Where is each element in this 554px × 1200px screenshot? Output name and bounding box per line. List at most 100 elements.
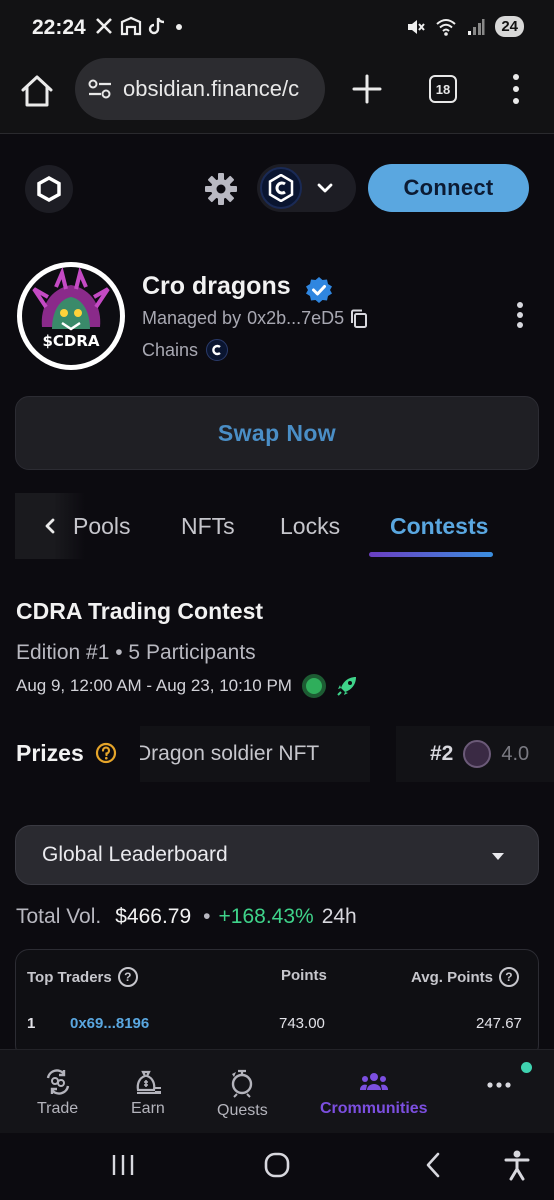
section-tabs: Pools NFTs Locks Contests (15, 493, 554, 559)
row-rank: 1 (27, 1015, 36, 1032)
earn-icon (136, 1070, 161, 1094)
prize-nft-icon (463, 740, 492, 768)
total-vol-label: Total Vol. (16, 905, 102, 928)
prizes-carousel[interactable]: Dragon soldier NFT #2 4.0 (140, 726, 554, 782)
obsidian-logo[interactable] (25, 165, 73, 213)
nav-label: Trade (37, 1100, 79, 1117)
tab-pools[interactable]: Pools (73, 513, 131, 540)
swap-now-button[interactable]: Swap Now (15, 396, 539, 470)
quests-icon (232, 1069, 253, 1098)
dragon-logo-icon (32, 267, 110, 331)
system-icons: 24 (405, 16, 524, 37)
column-header-points: Points (281, 967, 327, 984)
cronos-chain-icon (206, 339, 229, 361)
signal-icon (468, 18, 485, 35)
tab-switcher-button[interactable]: 18 (429, 75, 457, 103)
wifi-icon (436, 18, 456, 36)
gear-icon[interactable] (202, 170, 240, 208)
row-avg-points: 247.67 (476, 1015, 522, 1032)
app-icon (120, 16, 142, 36)
cronos-chain-icon (260, 167, 302, 209)
column-header-label: Top Traders (27, 968, 112, 986)
recent-apps-icon[interactable] (110, 1153, 136, 1177)
connect-button[interactable]: Connect (368, 164, 529, 212)
prize-item: #2 4.0 (396, 726, 554, 782)
accessibility-icon[interactable] (504, 1149, 530, 1181)
browser-menu-icon[interactable] (505, 72, 527, 106)
caret-down-icon (492, 853, 504, 860)
active-status-icon (301, 674, 326, 698)
total-volume-row: Total Vol. $466.79 • +168.43% 24h (16, 905, 357, 929)
total-vol-value: $466.79 (115, 905, 192, 928)
help-icon[interactable]: ? (117, 967, 138, 987)
volume-change: +168.43% (218, 905, 314, 928)
status-bar: 22:24 24 (0, 0, 554, 58)
notification-dot (521, 1062, 532, 1073)
contest-dates: Aug 9, 12:00 AM - Aug 23, 10:10 PM (16, 676, 292, 695)
prize-1-text: Dragon soldier NFT (140, 742, 320, 765)
tab-contests[interactable]: Contests (390, 513, 488, 540)
nav-trade[interactable]: Trade (37, 1068, 78, 1118)
trader-address-link[interactable]: 0x69...8196 (70, 1015, 149, 1032)
dot-icon (176, 24, 182, 30)
prize-2-value: 4.0 (501, 742, 530, 765)
avatar-ticker: $CDRA (42, 332, 100, 350)
bottom-navigation: Trade Earn Quests Crommunities (0, 1049, 554, 1133)
rocket-icon (337, 677, 356, 696)
chains-label: Chains (142, 339, 199, 360)
column-header-top-traders: Top Traders ? (27, 967, 138, 987)
copy-icon[interactable] (350, 309, 368, 329)
contest-title: CDRA Trading Contest (16, 598, 264, 624)
communities-icon (359, 1073, 388, 1090)
more-options-icon[interactable] (508, 300, 532, 330)
contest-dates-row: Aug 9, 12:00 AM - Aug 23, 10:10 PM (16, 674, 358, 698)
managed-by-row: Managed by 0x2b...7eD5 (142, 308, 368, 329)
column-header-label: Avg. Points (411, 968, 493, 986)
nav-earn[interactable]: Earn (131, 1068, 165, 1118)
volume-change-period: 24h (321, 905, 357, 928)
prize-2-rank: #2 (430, 742, 454, 765)
nav-label: Crommunities (320, 1100, 428, 1117)
verified-icon (306, 277, 332, 303)
mute-icon (408, 19, 426, 34)
tab-locks[interactable]: Locks (280, 513, 340, 540)
column-header-label: Points (281, 967, 327, 984)
active-tab-indicator (369, 552, 493, 557)
managed-by-label: Managed by (142, 308, 242, 328)
new-tab-icon[interactable] (350, 72, 384, 106)
url-text: obsidian.finance/c (123, 76, 300, 101)
prize-item: Dragon soldier NFT (140, 726, 370, 782)
nav-label: Earn (131, 1100, 165, 1117)
status-time: 22:24 (32, 16, 86, 39)
separator-dot: • (203, 905, 211, 928)
chevron-left-icon (45, 518, 55, 534)
community-name: Cro dragons (142, 272, 291, 300)
site-settings-icon[interactable] (87, 77, 113, 101)
tiktok-icon (148, 17, 165, 35)
logo-icon (37, 176, 61, 202)
address-bar[interactable]: obsidian.finance/c (75, 58, 325, 120)
chain-selector[interactable] (257, 164, 356, 212)
leaderboard-select[interactable]: Global Leaderboard (15, 825, 539, 885)
nav-quests[interactable]: Quests (217, 1068, 268, 1120)
nav-communities[interactable]: Crommunities (320, 1068, 428, 1118)
chevron-down-icon (317, 183, 333, 193)
battery-indicator: 24 (495, 16, 524, 37)
help-icon[interactable]: ? (498, 967, 519, 987)
column-header-avg-points: Avg. Points ? (411, 967, 519, 987)
home-icon[interactable] (18, 72, 56, 110)
tab-nfts[interactable]: NFTs (181, 513, 235, 540)
leaderboard-table: Top Traders ? Points Avg. Points ? 1 0x6… (15, 949, 539, 1059)
help-icon[interactable] (95, 742, 117, 764)
community-avatar: $CDRA (17, 262, 125, 370)
x-icon (96, 18, 112, 34)
nav-label: Quests (217, 1102, 268, 1119)
nav-more[interactable] (486, 1080, 512, 1090)
more-icon (487, 1082, 511, 1088)
manager-address: 0x2b...7eD5 (247, 308, 345, 328)
trade-icon (46, 1069, 69, 1095)
home-nav-icon[interactable] (263, 1151, 291, 1179)
prizes-label: Prizes (16, 740, 84, 766)
back-nav-icon[interactable] (422, 1151, 444, 1179)
notification-icons (94, 16, 186, 36)
